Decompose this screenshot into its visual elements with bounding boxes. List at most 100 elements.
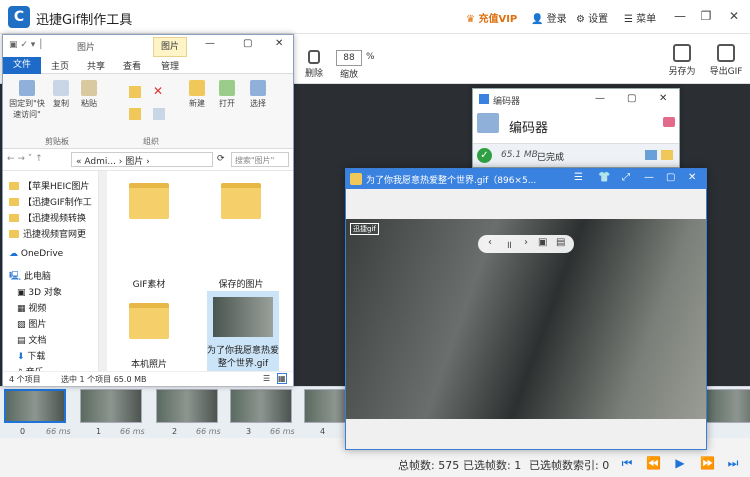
encoder-maximize-icon[interactable]: ▢	[627, 93, 636, 104]
first-frame-icon[interactable]: ⏮	[620, 456, 634, 470]
nav-item-label: 【苹果HEIC图片	[23, 182, 90, 192]
video-icon: ▦	[17, 304, 29, 314]
tab-view[interactable]: 查看	[123, 59, 141, 72]
encoder-task-row: ✓ 65.1 MB 已完成	[473, 143, 679, 167]
play-icon[interactable]: ▶	[673, 456, 687, 470]
pin-button[interactable]: 固定到"快速访问"	[7, 80, 47, 120]
frame-thumbnail[interactable]	[4, 389, 66, 423]
paste-button[interactable]: 粘贴	[77, 80, 101, 109]
select-button[interactable]: 选择	[245, 80, 271, 109]
export-gif-button[interactable]: 导出GIF	[706, 44, 746, 77]
folder-item-gif-material[interactable]: GIF素材	[109, 181, 191, 291]
open-icon	[219, 80, 235, 96]
file-explorer-window: ▣ ✓ ▾ │ 图片 — ▢ ✕ 图片 主页 共享 查看 管理 文件 固定到"快…	[2, 34, 294, 386]
folder-item-saved-pictures[interactable]: 保存的图片	[201, 181, 283, 291]
player-controls: ‹ ॥ › ▣ ▤	[478, 235, 574, 253]
player-skin-icon[interactable]: 👕	[598, 172, 610, 183]
nav-item[interactable]: 【迅捷视频转换	[9, 211, 86, 224]
frame-index: 4	[320, 427, 326, 436]
frame-thumbnail[interactable]	[80, 389, 142, 423]
last-frame-icon[interactable]: ⏭	[726, 456, 740, 470]
nav-item-this-pc[interactable]: 🖳 此电脑	[9, 269, 51, 285]
nav-item[interactable]: ▦ 视频	[17, 301, 46, 314]
pause-icon[interactable]: ॥	[506, 237, 512, 251]
gif-thumbnail	[213, 297, 273, 337]
player-minimize-icon[interactable]: —	[644, 172, 654, 183]
rename-icon[interactable]	[153, 108, 165, 120]
vip-button[interactable]: ♛ 充值VIP	[466, 10, 517, 25]
grid-icon[interactable]: ▤	[556, 237, 565, 248]
settings-button[interactable]: ⚙ 设置	[576, 10, 608, 25]
thumbnail-view-icon[interactable]: ▦	[277, 373, 287, 384]
organize-group-label: 组织	[143, 137, 159, 146]
folder-label: 保存的图片	[218, 280, 264, 290]
folder-icon	[9, 198, 19, 206]
next-icon[interactable]: ›	[524, 237, 528, 248]
explorer-maximize-icon[interactable]: ▢	[243, 38, 252, 49]
tab-home[interactable]: 主页	[51, 59, 69, 72]
explorer-close-icon[interactable]: ✕	[275, 38, 283, 49]
search-input[interactable]: 搜索"图片"	[231, 152, 289, 167]
open-button[interactable]: 打开	[215, 80, 239, 109]
nav-item[interactable]: 迅捷视频官网更	[9, 227, 86, 240]
player-fullscreen-icon[interactable]: ⤢	[622, 172, 630, 183]
minimize-icon[interactable]: —	[672, 8, 688, 24]
save-icon[interactable]: ▣	[538, 237, 547, 248]
preview-icon[interactable]	[645, 150, 657, 160]
delete-x-icon[interactable]: ✕	[153, 84, 163, 98]
player-menu-icon[interactable]: ☰	[574, 172, 583, 183]
tab-manage[interactable]: 管理	[161, 59, 179, 72]
menu-button[interactable]: ☰ 菜单	[624, 10, 656, 25]
nav-scrollbar[interactable]	[99, 171, 107, 371]
pin-icon	[19, 80, 35, 96]
next-frame-icon[interactable]: ⏩	[700, 456, 715, 470]
nav-item[interactable]: 【迅捷GIF制作工	[9, 195, 92, 208]
prev-frame-icon[interactable]: ⏪	[646, 456, 661, 470]
copy-button[interactable]: 复制	[49, 80, 73, 109]
frame-index: 1	[96, 427, 102, 436]
close-icon[interactable]: ✕	[726, 8, 742, 24]
open-folder-icon[interactable]	[661, 150, 673, 160]
encoder-minimize-icon[interactable]: —	[595, 93, 605, 104]
maximize-icon[interactable]: ❐	[698, 8, 714, 24]
move-icon[interactable]	[129, 86, 141, 98]
frame-thumbnail[interactable]	[230, 389, 292, 423]
eraser-icon[interactable]	[663, 117, 675, 127]
app-title: 迅捷Gif制作工具	[36, 13, 133, 28]
details-view-icon[interactable]: ☰	[263, 374, 270, 383]
tab-file[interactable]: 文件	[3, 57, 41, 74]
prev-icon[interactable]: ‹	[488, 237, 492, 248]
file-item-gif[interactable]: 为了你我愿意热爱整个世界.gif	[207, 291, 279, 371]
nav-item[interactable]: 【苹果HEIC图片	[9, 179, 89, 192]
nav-item[interactable]: ⬇ 下载	[17, 349, 45, 362]
refresh-icon[interactable]: ⟳	[217, 154, 225, 164]
save-as-button[interactable]: 另存为	[664, 44, 700, 77]
folder-item-camera-roll[interactable]: 本机照片	[109, 297, 191, 371]
nav-item[interactable]: ▤ 文档	[17, 333, 46, 346]
delete-button[interactable]: 删除	[300, 50, 328, 79]
login-button[interactable]: 👤 登录	[531, 10, 567, 25]
clipboard-group-label: 剪贴板	[45, 137, 69, 146]
zoom-input[interactable]: 88	[336, 50, 362, 66]
new-folder-icon	[189, 80, 205, 96]
player-maximize-icon[interactable]: ▢	[666, 172, 675, 183]
explorer-minimize-icon[interactable]: —	[205, 38, 215, 49]
player-app-icon	[350, 173, 362, 185]
file-list: GIF素材 保存的图片 本机照片 为了你我愿意热爱整个世界.gif	[107, 171, 293, 371]
copy-to-icon[interactable]	[129, 108, 141, 120]
frame-index: 3	[246, 427, 252, 436]
tab-picture-tools[interactable]: 图片	[153, 37, 187, 57]
nav-item[interactable]: ▧ 图片	[17, 317, 46, 330]
breadcrumb[interactable]: « Admi... › 图片 ›	[71, 152, 213, 167]
download-icon: ⬇	[17, 352, 28, 362]
nav-arrows-icon[interactable]: ← → ˅ ↑	[7, 154, 43, 164]
new-button[interactable]: 新建	[185, 80, 209, 109]
encoder-close-icon[interactable]: ✕	[659, 93, 667, 104]
nav-item-onedrive[interactable]: ☁ OneDrive	[9, 249, 63, 259]
tab-share[interactable]: 共享	[87, 59, 105, 72]
frame-thumbnail[interactable]	[156, 389, 218, 423]
frame-thumbnail[interactable]	[706, 389, 750, 423]
file-label: 为了你我愿意热爱整个世界.gif	[207, 346, 280, 369]
nav-item[interactable]: ▣ 3D 对象	[17, 285, 62, 298]
player-close-icon[interactable]: ✕	[688, 172, 696, 183]
